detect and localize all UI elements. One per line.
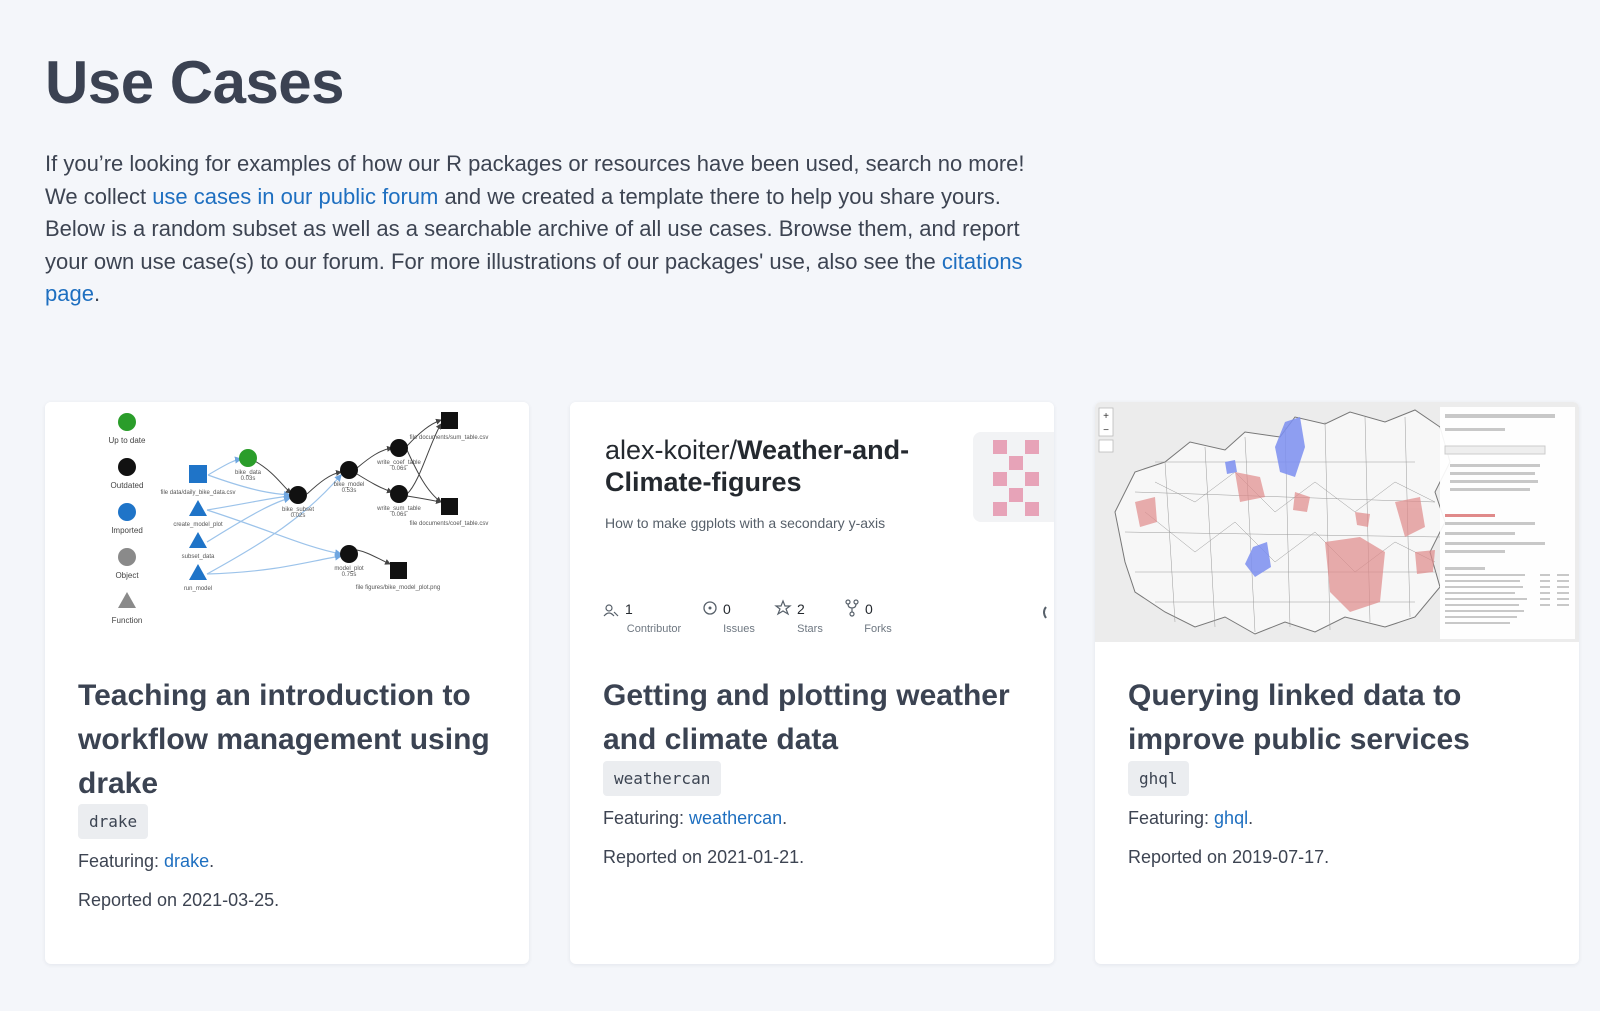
layers-icon (1098, 439, 1114, 453)
node-bike-data (239, 449, 257, 467)
choropleth-map: + − (1095, 402, 1579, 642)
intro-paragraph: If you’re looking for examples of how ou… (45, 148, 1035, 311)
card-reported-ghql: Reported on 2019-07-17. (1128, 847, 1330, 867)
svg-text:Contributor: Contributor (627, 623, 682, 635)
node-label-file-sum-table: file documents/sum_table.csv (410, 435, 489, 441)
node-label-file-coef-table: file documents/coef_table.csv (410, 521, 489, 527)
card-tag-ghql[interactable]: ghql (1128, 761, 1189, 796)
legend-outdated-label: Outdated (111, 481, 144, 490)
card-title-weathercan[interactable]: Getting and plotting weather and climate… (603, 674, 1023, 762)
node-file-sum-table (441, 412, 458, 429)
fork-icon (845, 599, 859, 617)
use-case-card-drake[interactable]: Up to date Outdated Imported Object Func… (45, 402, 529, 964)
stat-contributors: 1 Contributor (603, 601, 682, 635)
zoom-in-icon: + (1103, 411, 1109, 422)
node-time-bike-data: 0.03s (241, 476, 256, 482)
legend-object-icon (118, 548, 136, 566)
node-bike-subset (289, 486, 307, 504)
featuring-end: . (209, 851, 215, 871)
card-title-ghql[interactable]: Querying linked data to improve public s… (1128, 674, 1548, 762)
use-case-cards: Up to date Outdated Imported Object Func… (45, 402, 1580, 964)
forum-link[interactable]: use cases in our public forum (152, 184, 438, 209)
legend-object-label: Object (115, 571, 139, 580)
node-model-plot (340, 545, 358, 563)
node-label-subset-data: subset_data (182, 554, 215, 560)
zoom-out-icon: − (1103, 425, 1109, 436)
use-case-card-ghql[interactable]: + − Querying linked data to improve publ… (1095, 402, 1579, 964)
intro-text-3: . (93, 281, 101, 306)
node-write-sum-table (390, 485, 408, 503)
node-run-model (189, 564, 207, 580)
svg-text:2: 2 (797, 601, 805, 617)
featuring-end: . (782, 808, 788, 828)
featuring-end: . (1248, 808, 1254, 828)
svg-text:Stars: Stars (797, 623, 823, 635)
legend-function-label: Function (112, 616, 143, 625)
node-file-bike-model-plot (390, 562, 407, 579)
card-thumbnail-github-repo[interactable]: alex-koiter/Weather-and- Climate-figures… (570, 402, 1054, 642)
map-zoom-controls: + − (1098, 407, 1114, 453)
legend-up-to-date-icon (118, 413, 136, 431)
svg-text:Forks: Forks (864, 623, 892, 635)
stat-issues: 0 Issues (703, 601, 755, 635)
node-time-bike-subset: 0.02s (291, 513, 306, 519)
use-case-card-weathercan[interactable]: alex-koiter/Weather-and- Climate-figures… (570, 402, 1054, 964)
legend-imported-icon (118, 503, 136, 521)
node-time-bike-model: 0.53s (342, 488, 357, 494)
node-label-create-model-plot: create_model_plot (173, 522, 223, 528)
node-time-model-plot: 0.75s (342, 572, 357, 578)
card-reported-drake: Reported on 2021-03-25. (78, 890, 280, 910)
node-label-file-bike-model-plot: file figures/bike_model_plot.png (356, 585, 440, 591)
contributors-icon (603, 604, 619, 617)
stat-forks: 0 Forks (845, 599, 892, 635)
node-create-model-plot (189, 500, 207, 516)
card-featuring-ghql: Featuring: ghql. (1128, 808, 1253, 829)
featuring-link-ghql[interactable]: ghql (1214, 808, 1248, 828)
node-time-write-coef-table: 0.06s (392, 466, 407, 472)
node-file-coef-table (441, 498, 458, 515)
card-featuring-weathercan: Featuring: weathercan. (603, 808, 787, 829)
issues-icon (703, 601, 717, 615)
featuring-link-drake[interactable]: drake (164, 851, 209, 871)
node-label-run-model: run_model (184, 586, 212, 592)
card-tag-weathercan[interactable]: weathercan (603, 761, 722, 796)
legend-imported-label: Imported (111, 526, 143, 535)
card-reported-weathercan: Reported on 2021-01-21. (603, 847, 805, 867)
github-repo-preview: alex-koiter/Weather-and- Climate-figures… (603, 432, 1054, 635)
drake-dependency-graph: Up to date Outdated Imported Object Func… (109, 412, 489, 625)
card-title-drake[interactable]: Teaching an introduction to workflow man… (78, 674, 498, 806)
svg-text:1: 1 (625, 601, 633, 617)
legend-function-icon (118, 592, 136, 608)
repo-title-line2: Climate-figures (605, 467, 802, 497)
node-subset-data (189, 532, 207, 548)
card-thumbnail-map[interactable]: + − (1095, 402, 1579, 642)
featuring-link-weathercan[interactable]: weathercan (689, 808, 782, 828)
stat-stars: 2 Stars (774, 599, 823, 635)
featuring-label: Featuring: (78, 851, 165, 871)
node-time-write-sum-table: 0.06s (392, 512, 407, 518)
node-bike-model (340, 461, 358, 479)
svg-text:0: 0 (723, 601, 731, 617)
svg-text:Issues: Issues (723, 623, 755, 635)
featuring-label: Featuring: (1128, 808, 1215, 828)
node-label-file-daily-bike-data: file data/daily_bike_data.csv (160, 490, 235, 496)
repo-description: How to make ggplots with a secondary y-a… (605, 515, 885, 531)
legend-up-to-date-label: Up to date (109, 436, 146, 445)
page-title: Use Cases (45, 49, 345, 116)
card-thumbnail-drake-graph[interactable]: Up to date Outdated Imported Object Func… (45, 402, 529, 642)
repo-title-line1: alex-koiter/Weather-and- (605, 435, 909, 465)
node-write-coef-table (390, 439, 408, 457)
legend-outdated-icon (118, 458, 136, 476)
svg-text:0: 0 (865, 601, 873, 617)
repo-identicon-icon (973, 432, 1054, 522)
star-icon (774, 599, 792, 616)
node-file-daily-bike-data (189, 465, 207, 483)
featuring-label: Featuring: (603, 808, 690, 828)
card-featuring-drake: Featuring: drake. (78, 851, 214, 872)
card-tag-drake[interactable]: drake (78, 804, 149, 839)
